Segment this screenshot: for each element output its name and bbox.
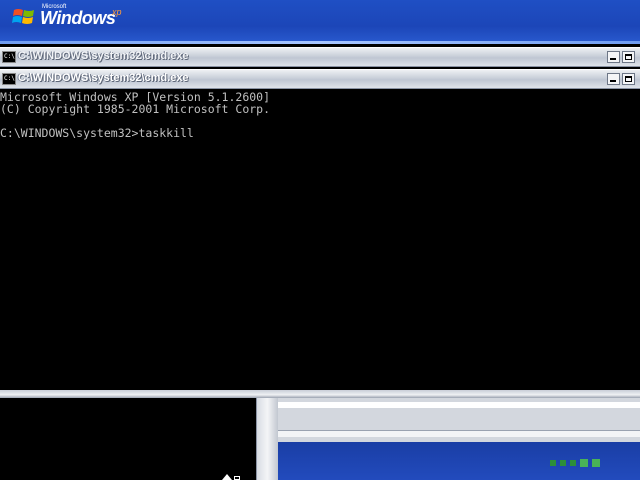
scrollbar[interactable] xyxy=(256,398,278,480)
cmd-icon[interactable]: C:\ xyxy=(2,73,16,85)
background-window-band xyxy=(278,402,640,408)
banner-divider xyxy=(0,41,640,44)
windows-xp-banner: Microsoft Windows xp xyxy=(0,0,640,44)
indicator-dot xyxy=(560,460,566,466)
indicator-dot xyxy=(570,460,576,466)
console-output[interactable]: Microsoft Windows XP [Version 5.1.2600] … xyxy=(0,89,640,390)
window-bottom-edge xyxy=(0,390,640,398)
windows-wordmark: Windows xyxy=(40,8,116,28)
minimize-button[interactable] xyxy=(607,73,620,85)
progress-indicators xyxy=(550,458,600,468)
cursor-box-icon xyxy=(234,476,240,480)
background-window-band xyxy=(278,430,640,437)
front-cmd-window-titlebar[interactable]: C:\ C:\WINDOWS\system32\cmd.exe xyxy=(0,69,640,89)
screen: Microsoft Windows xp C:\ C:\WINDOWS\syst… xyxy=(0,0,640,480)
console-prompt-line[interactable]: C:\WINDOWS\system32>taskkill xyxy=(0,127,194,139)
indicator-dot xyxy=(580,459,588,467)
mouse-cursor-icon xyxy=(222,474,232,480)
back-cmd-window-titlebar[interactable]: C:\ C:\WINDOWS\system32\cmd.exe xyxy=(0,47,640,67)
console-line-copyright: (C) Copyright 1985-2001 Microsoft Corp. xyxy=(0,102,271,116)
windows-flag-icon xyxy=(12,9,34,24)
maximize-button[interactable] xyxy=(622,51,635,63)
front-window-title: C:\WINDOWS\system32\cmd.exe xyxy=(18,72,189,84)
indicator-dot xyxy=(550,460,556,466)
background-windows-strip xyxy=(0,390,640,480)
indicator-dot xyxy=(592,459,600,467)
xp-superscript: xp xyxy=(112,7,122,17)
cmd-icon[interactable]: C:\ xyxy=(2,51,16,63)
minimize-button[interactable] xyxy=(607,51,620,63)
maximize-button[interactable] xyxy=(622,73,635,85)
back-window-title: C:\WINDOWS\system32\cmd.exe xyxy=(18,50,189,62)
